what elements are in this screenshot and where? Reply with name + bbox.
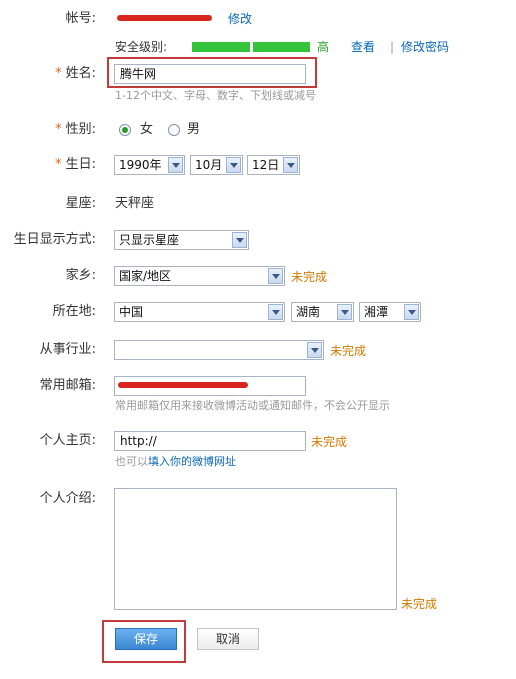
industry-label: 从事行业:	[39, 342, 96, 357]
security-level-value: 高	[317, 40, 330, 54]
birthday-month-select[interactable]: 10月	[190, 155, 243, 175]
birthday-day-value: 12日	[252, 158, 280, 172]
link-separator: |	[390, 40, 395, 54]
birthday-year-select[interactable]: 1990年	[114, 155, 185, 175]
homepage-hint: 也可以填入你的微博网址	[115, 455, 236, 469]
birthday-day-select[interactable]: 12日	[247, 155, 300, 175]
security-view-link[interactable]: 查看	[351, 37, 375, 57]
email-label: 常用邮箱:	[39, 378, 96, 393]
chevron-down-icon	[168, 157, 183, 173]
security-bar-segment-1	[192, 42, 250, 52]
account-value-redacted	[117, 15, 212, 21]
chevron-down-icon	[283, 157, 298, 173]
security-bar-segment-2	[253, 42, 310, 52]
intro-textarea[interactable]	[114, 488, 397, 610]
birthday-year-value: 1990年	[119, 158, 162, 172]
chevron-down-icon	[404, 304, 419, 320]
name-input[interactable]: 腾牛网	[114, 64, 306, 84]
name-label-text: 姓名:	[65, 66, 96, 81]
location-label: 所在地:	[52, 304, 96, 319]
change-password-link[interactable]: 修改密码	[401, 37, 449, 57]
save-button[interactable]: 保存	[115, 628, 177, 650]
location-country-select[interactable]: 中国	[114, 302, 285, 322]
chevron-down-icon	[232, 232, 247, 248]
birthday-label-text: 生日:	[65, 157, 96, 172]
hometown-label: 家乡:	[65, 268, 96, 283]
homepage-label: 个人主页:	[39, 433, 96, 448]
zodiac-value: 天秤座	[115, 196, 155, 211]
birthday-display-value: 只显示星座	[119, 233, 180, 247]
gender-label-text: 性别:	[65, 122, 96, 137]
gender-label: * 性别:	[0, 120, 96, 140]
industry-status: 未完成	[330, 344, 367, 358]
email-value-redacted	[118, 382, 248, 388]
chevron-down-icon	[268, 304, 283, 320]
gender-male-radio[interactable]	[168, 124, 180, 136]
location-province-value: 湖南	[296, 305, 321, 319]
hometown-value: 国家/地区	[119, 269, 172, 283]
security-level-bar	[192, 42, 310, 52]
cancel-button[interactable]: 取消	[197, 628, 259, 650]
name-hint: 1-12个中文、字母、数字、下划线或减号	[115, 89, 316, 102]
birthday-display-select[interactable]: 只显示星座	[114, 230, 249, 250]
gender-female-radio[interactable]	[119, 124, 131, 136]
zodiac-label: 星座:	[65, 196, 96, 211]
intro-label: 个人介绍:	[39, 491, 96, 506]
gender-male-label: 男	[187, 122, 201, 137]
location-country-value: 中国	[119, 305, 144, 319]
chevron-down-icon	[268, 268, 283, 284]
location-city-value: 湘潭	[364, 305, 389, 319]
intro-status: 未完成	[401, 597, 438, 611]
gender-female-label: 女	[140, 122, 154, 137]
birthday-display-label: 生日显示方式:	[13, 232, 96, 247]
homepage-hint-prefix: 也可以	[115, 455, 148, 468]
industry-select[interactable]	[114, 340, 324, 360]
account-edit-link[interactable]: 修改	[228, 9, 252, 29]
gender-required-mark: *	[55, 122, 62, 137]
hometown-status: 未完成	[291, 270, 328, 284]
name-label: * 姓名:	[0, 64, 96, 84]
homepage-hint-link[interactable]: 填入你的微博网址	[148, 455, 236, 468]
chevron-down-icon	[337, 304, 352, 320]
chevron-down-icon	[307, 342, 322, 358]
birthday-label: * 生日:	[0, 155, 96, 175]
homepage-input[interactable]: http://	[114, 431, 306, 451]
location-province-select[interactable]: 湖南	[291, 302, 354, 322]
hometown-select[interactable]: 国家/地区	[114, 266, 285, 286]
chevron-down-icon	[226, 157, 241, 173]
location-city-select[interactable]: 湘潭	[359, 302, 421, 322]
security-level-label: 安全级别:	[115, 40, 168, 54]
name-required-mark: *	[55, 66, 62, 81]
birthday-month-value: 10月	[195, 158, 223, 172]
homepage-status: 未完成	[311, 435, 348, 449]
birthday-required-mark: *	[55, 157, 62, 172]
email-hint: 常用邮箱仅用来接收微博活动或通知邮件，不会公开显示	[115, 399, 390, 412]
account-label: 帐号:	[65, 11, 96, 26]
